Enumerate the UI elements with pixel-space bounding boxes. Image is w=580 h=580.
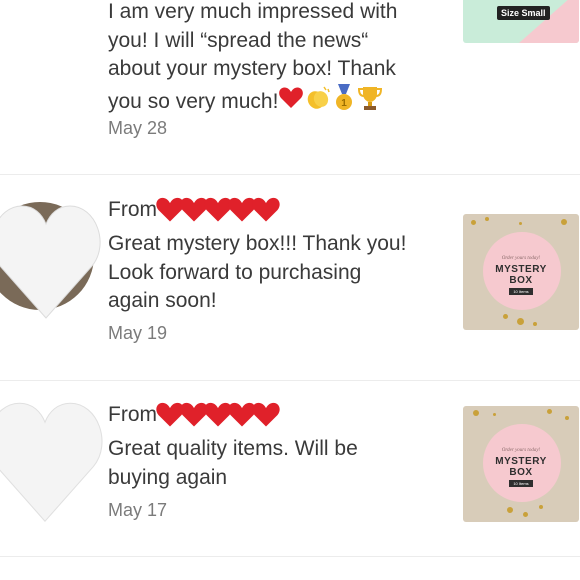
- confetti: [533, 322, 537, 326]
- confetti: [539, 505, 543, 509]
- trophy-icon: [356, 84, 384, 121]
- product-thumbnail[interactable]: Size Small: [463, 0, 579, 43]
- review-line: Great mystery box!!! Thank you!: [108, 232, 407, 255]
- review-1-text: I am very much impressed with you! I wil…: [108, 0, 397, 120]
- thumbnail-title: BOX: [509, 275, 533, 286]
- confetti: [517, 318, 524, 325]
- divider: [0, 556, 580, 557]
- review-date: May 17: [108, 500, 168, 520]
- from-label: From: [108, 403, 157, 426]
- author-name-hearts: [156, 401, 281, 429]
- review-line: you! I will “spread the news“: [108, 28, 369, 52]
- confetti: [523, 512, 528, 517]
- gold-medal-icon: 1: [332, 83, 356, 121]
- confetti: [503, 314, 508, 319]
- confetti: [547, 409, 552, 414]
- review-date: May 19: [108, 323, 168, 343]
- size-badge: Size Small: [497, 6, 550, 20]
- white-heart-icon: [0, 402, 103, 523]
- review-date: May 28: [108, 118, 168, 138]
- heart-emoji-icon: [252, 197, 280, 222]
- review-line: about your mystery box! Thank: [108, 57, 396, 80]
- author-name-hearts: [156, 196, 281, 224]
- confetti: [519, 222, 522, 225]
- review-line: buying again: [108, 465, 228, 489]
- review-author: From: [108, 196, 281, 224]
- review-line: again soon!: [108, 289, 217, 312]
- confetti: [507, 507, 513, 513]
- thumbnail-tag: 10 Items: [509, 288, 533, 295]
- product-thumbnail[interactable]: Order yours today! MYSTERY BOX 10 Items: [463, 214, 579, 330]
- thumbnail-title: MYSTERY: [495, 456, 547, 467]
- svg-text:1: 1: [342, 98, 348, 109]
- confetti: [473, 410, 479, 416]
- thumbnail-tagline: Order yours today!: [501, 448, 541, 453]
- avatar[interactable]: [0, 196, 102, 325]
- white-heart-icon: [0, 202, 101, 319]
- review-line: you so very much! 1: [108, 83, 397, 121]
- review-line: I am very much impressed with: [108, 0, 398, 23]
- review-line: Great quality items. Will be: [108, 437, 358, 460]
- product-thumbnail[interactable]: Order yours today! MYSTERY BOX 10 Items: [463, 406, 579, 522]
- divider: [0, 174, 580, 175]
- avatar[interactable]: [0, 392, 104, 529]
- thumbnail-tagline: Order yours today!: [501, 256, 541, 261]
- thumbnail-title: BOX: [509, 467, 533, 478]
- review-3-text: Great quality items. Will be buying agai…: [108, 435, 358, 492]
- review-line: Look forward to purchasing: [108, 260, 362, 284]
- confetti: [471, 220, 476, 225]
- clapping-hands-icon: [304, 85, 332, 120]
- review-2-text: Great mystery box!!! Thank you! Look for…: [108, 230, 406, 316]
- review-author: From: [108, 401, 281, 429]
- divider: [0, 380, 580, 381]
- confetti: [565, 416, 569, 420]
- from-label: From: [108, 198, 157, 221]
- confetti: [493, 413, 496, 416]
- thumbnail-tag: 10 Items: [509, 480, 533, 487]
- heart-emoji-icon: [278, 86, 304, 119]
- confetti: [485, 217, 489, 221]
- confetti: [561, 219, 567, 225]
- thumbnail-title: MYSTERY: [495, 264, 547, 275]
- heart-emoji-icon: [252, 402, 280, 427]
